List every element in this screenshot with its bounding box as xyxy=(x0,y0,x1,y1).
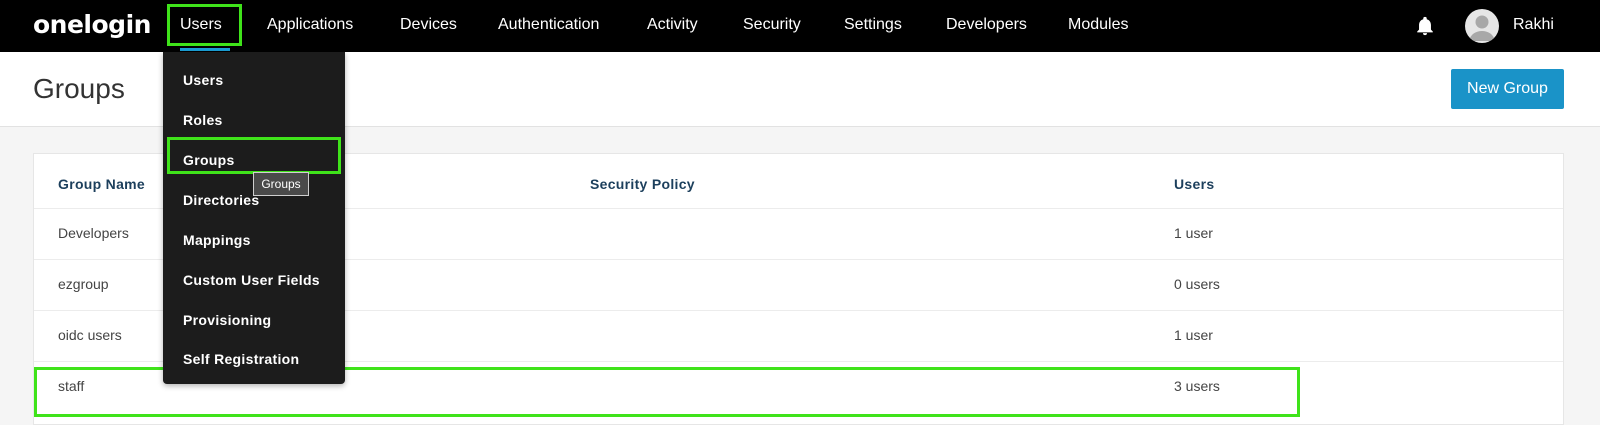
nav-item-authentication[interactable]: Authentication xyxy=(498,16,599,34)
top-navigation-bar: onelogin Users Applications Devices Auth… xyxy=(0,0,1600,52)
user-count-cell: 1 user xyxy=(1174,327,1213,343)
menu-item-self-registration[interactable]: Self Registration xyxy=(183,351,299,367)
menu-item-directories[interactable]: Directories xyxy=(183,192,259,208)
bell-icon[interactable] xyxy=(1414,15,1436,37)
user-count-cell: 1 user xyxy=(1174,225,1213,241)
page-title: Groups xyxy=(33,73,125,104)
onelogin-logo[interactable]: onelogin xyxy=(33,10,151,39)
nav-item-applications[interactable]: Applications xyxy=(267,16,353,34)
highlight-box-groups-menu-item xyxy=(167,137,341,174)
groups-tooltip: Groups xyxy=(253,172,309,196)
nav-item-security[interactable]: Security xyxy=(743,16,801,34)
nav-item-settings[interactable]: Settings xyxy=(844,16,902,34)
group-name-cell[interactable]: oidc users xyxy=(58,327,122,343)
menu-item-provisioning[interactable]: Provisioning xyxy=(183,312,271,328)
new-group-button[interactable]: New Group xyxy=(1451,69,1564,109)
user-avatar-icon[interactable] xyxy=(1465,9,1499,43)
column-header-security-policy[interactable]: Security Policy xyxy=(590,176,695,192)
menu-item-mappings[interactable]: Mappings xyxy=(183,232,251,248)
menu-item-users[interactable]: Users xyxy=(183,72,223,88)
column-header-group-name[interactable]: Group Name xyxy=(58,176,145,192)
active-nav-indicator xyxy=(180,48,230,51)
menu-item-roles[interactable]: Roles xyxy=(183,112,223,128)
menu-item-custom-user-fields[interactable]: Custom User Fields xyxy=(183,272,320,288)
users-dropdown-menu: Users Roles Groups Directories Mappings … xyxy=(163,52,345,384)
nav-item-users[interactable]: Users xyxy=(180,16,222,34)
nav-item-activity[interactable]: Activity xyxy=(647,16,698,34)
column-header-users[interactable]: Users xyxy=(1174,176,1214,192)
nav-item-devices[interactable]: Devices xyxy=(400,16,457,34)
user-name[interactable]: Rakhi xyxy=(1513,16,1554,34)
group-name-cell[interactable]: ezgroup xyxy=(58,276,109,292)
nav-item-modules[interactable]: Modules xyxy=(1068,16,1128,34)
nav-item-developers[interactable]: Developers xyxy=(946,16,1027,34)
group-name-cell[interactable]: Developers xyxy=(58,225,129,241)
user-count-cell: 0 users xyxy=(1174,276,1220,292)
